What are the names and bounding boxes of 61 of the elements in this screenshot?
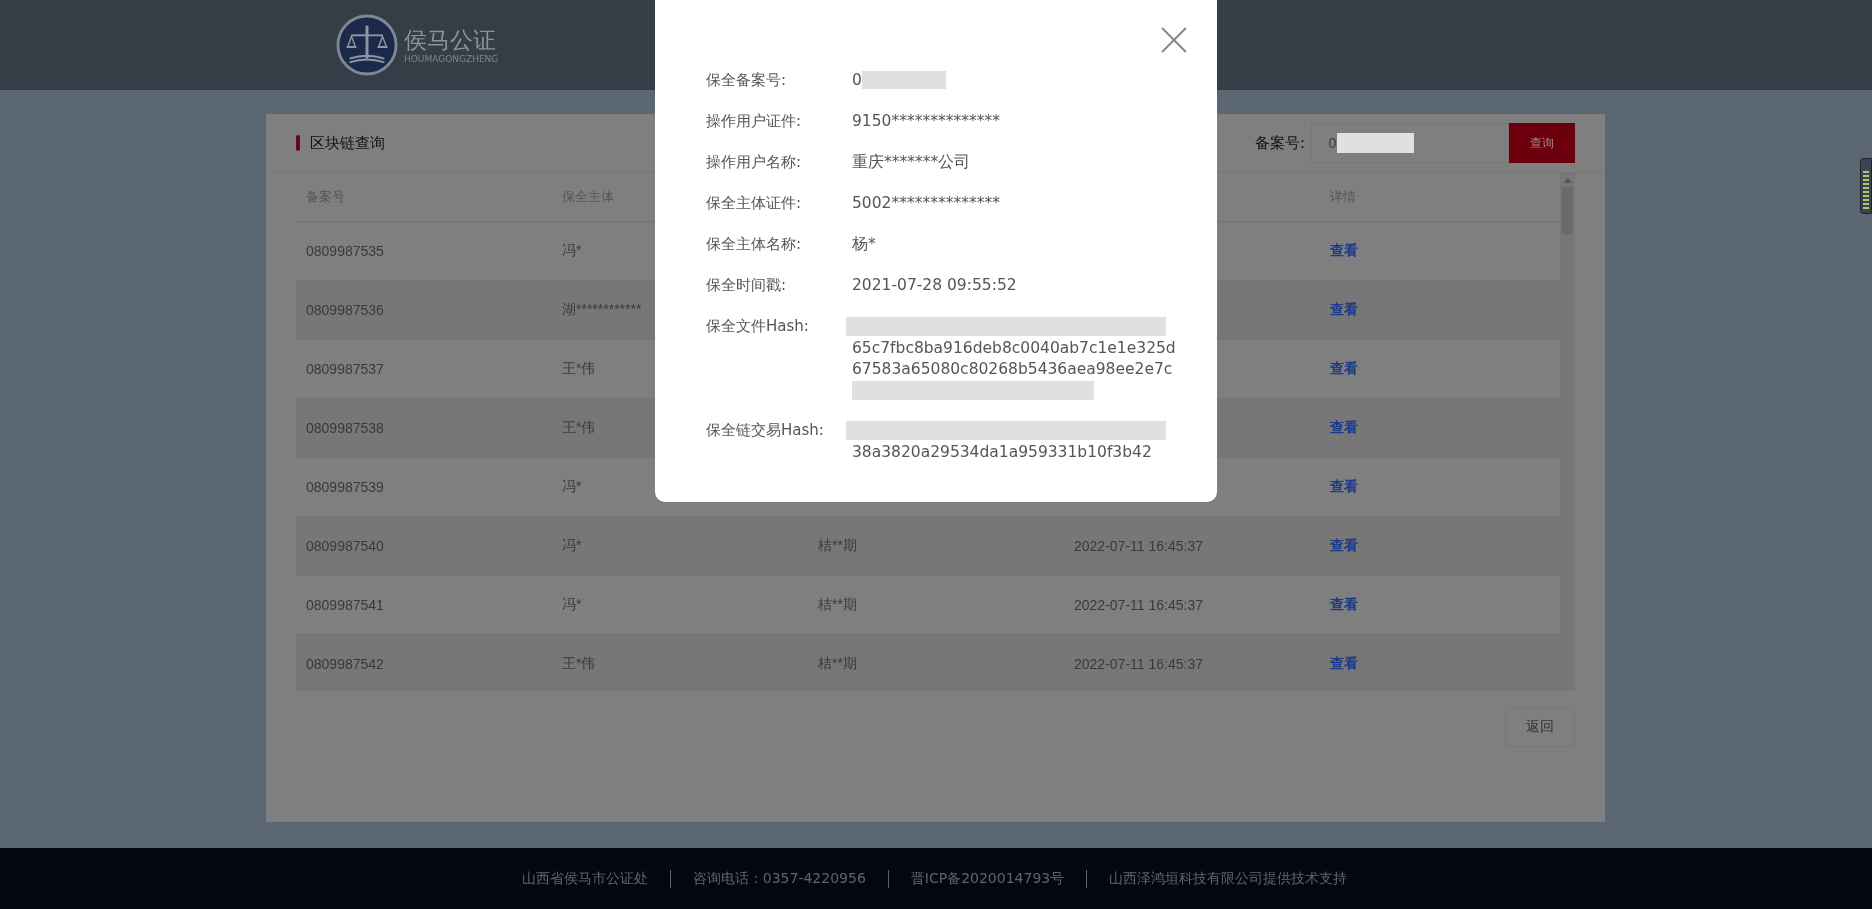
field-label: 保全文件Hash: [706, 316, 810, 337]
logo-title: 侯马公证 [404, 26, 497, 54]
field-value: 杨* [852, 233, 876, 255]
view-link[interactable]: 查看 [1330, 478, 1358, 494]
scales-emblem-icon [336, 14, 398, 76]
level-meter-icon [1860, 158, 1872, 214]
table-cell: 2022-07-11 16:45:37 [1074, 538, 1203, 554]
footer-text: 山西省侯马市公证处 [521, 869, 648, 888]
field-label: 保全主体证件: [706, 193, 803, 214]
view-link[interactable]: 查看 [1330, 419, 1358, 435]
table-cell: 王*伟 [562, 360, 596, 376]
field-value: 65c7fbc8ba916deb8c0040ab7c1e1e325d [852, 338, 1176, 359]
field-label: 保全主体名称: [706, 234, 803, 255]
table-cell: 冯* [562, 537, 582, 553]
logo-subtitle: HOUMAGONGZHENG [404, 54, 499, 64]
field-value: 67583a65080c80268b5436aea98ee2e7c [852, 359, 1173, 380]
panel-title: 区块链查询 [310, 133, 385, 153]
view-link[interactable]: 查看 [1330, 537, 1358, 553]
field-label: 操作用户证件: [706, 111, 803, 132]
back-button[interactable]: 返回 [1505, 707, 1575, 747]
field-value: 重庆*******公司 [852, 151, 971, 173]
field-value: 5002************** [852, 192, 1000, 214]
table-cell: 0809987537 [306, 361, 384, 377]
footer-text: 山西泽鸿垣科技有限公司提供技术支持 [1109, 869, 1348, 888]
table-cell: 桔**期 [818, 596, 857, 612]
footer-text: 晋ICP备2020014793号 [910, 869, 1065, 888]
field-value: 9150************** [852, 110, 1000, 132]
view-link[interactable]: 查看 [1330, 655, 1358, 671]
field-value: 0 [852, 69, 862, 91]
view-link[interactable]: 查看 [1330, 596, 1358, 612]
table-cell: 冯* [562, 242, 582, 258]
table-cell: 0809987542 [306, 656, 384, 672]
search-field[interactable]: 0 [1311, 123, 1509, 163]
table-cell: 0809987541 [306, 597, 384, 613]
table-cell: 0809987535 [306, 243, 384, 259]
close-icon[interactable] [1161, 27, 1187, 53]
field-label: 保全备案号: [706, 70, 788, 91]
table-cell: 0809987540 [306, 538, 384, 554]
field-label: 保全链交易Hash: [706, 420, 825, 441]
table-cell: 0809987539 [306, 479, 384, 495]
field-value: 38a3820a29534da1a959331b10f3b42 [852, 442, 1152, 463]
table-cell: 冯* [562, 596, 582, 612]
scrollbar[interactable] [1560, 173, 1575, 691]
table-cell: 桔**期 [818, 537, 857, 553]
view-link[interactable]: 查看 [1330, 360, 1358, 376]
table-cell: 桔**期 [818, 655, 857, 671]
title-accent-bar [296, 135, 300, 151]
field-label: 保全时间戳: [706, 275, 788, 296]
search-button[interactable]: 查询 [1509, 123, 1575, 163]
table-cell: 0809987538 [306, 420, 384, 436]
table-cell: 2022-07-11 16:45:37 [1074, 656, 1203, 672]
table-cell: 湖************ [562, 301, 642, 317]
view-link[interactable]: 查看 [1330, 301, 1358, 317]
table-cell: 2022-07-11 16:45:37 [1074, 597, 1203, 613]
field-value: 2021-07-28 09:55:52 [852, 274, 1017, 296]
table-cell: 冯* [562, 478, 582, 494]
field-label: 操作用户名称: [706, 152, 803, 173]
view-link[interactable]: 查看 [1330, 242, 1358, 258]
search-label: 备案号: [1254, 133, 1305, 153]
footer-text: 咨询电话：0357-4220956 [692, 869, 866, 888]
table-cell: 0809987536 [306, 302, 384, 318]
